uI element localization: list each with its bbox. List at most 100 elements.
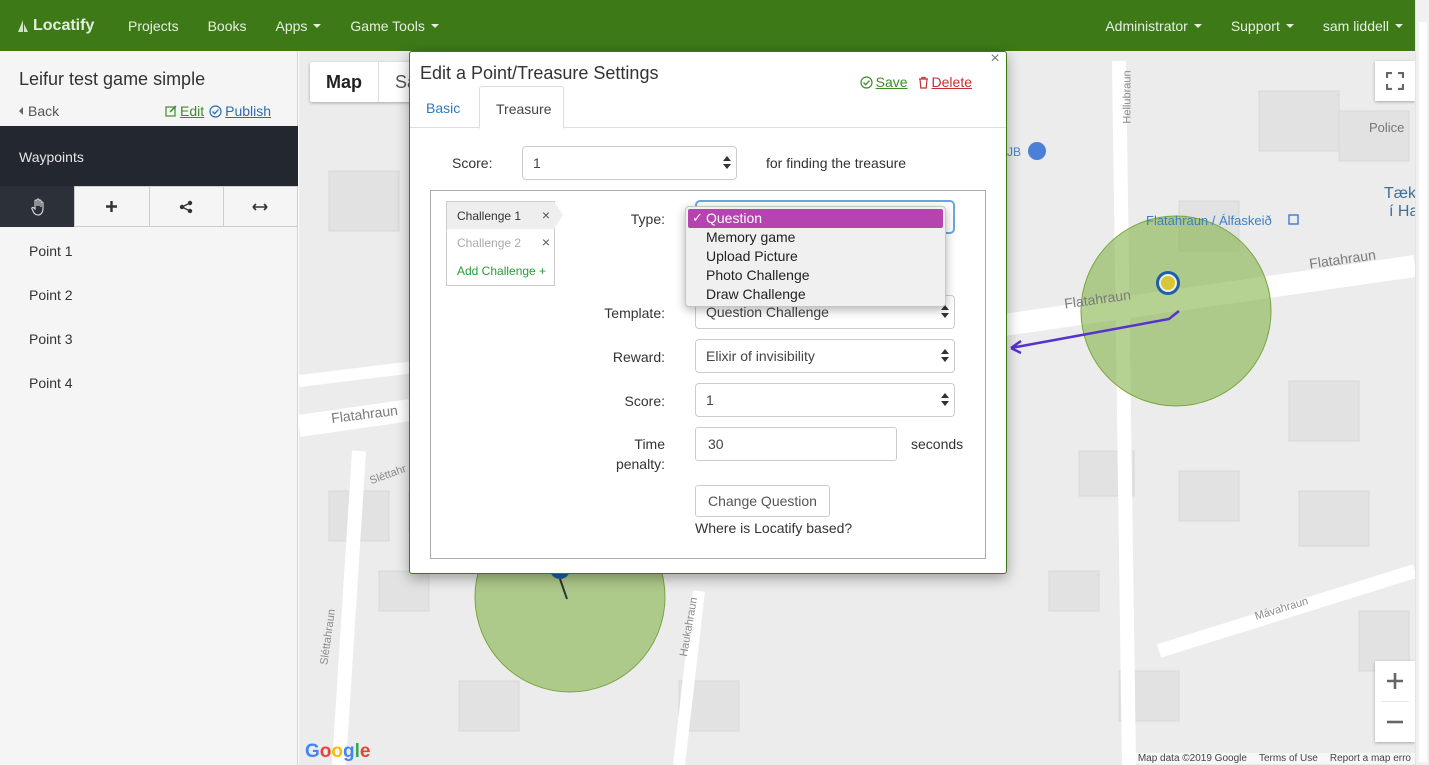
remove-challenge-icon[interactable]: × bbox=[542, 207, 550, 223]
add-challenge-button[interactable]: Add Challenge + bbox=[447, 257, 554, 284]
time-penalty-input[interactable]: 30 bbox=[695, 427, 897, 461]
challenge-label: Challenge 2 bbox=[457, 236, 522, 250]
type-option-label: Memory game bbox=[706, 229, 796, 245]
remove-challenge-icon[interactable]: × bbox=[542, 234, 550, 250]
check-circle-icon bbox=[209, 104, 222, 118]
caret-down-icon bbox=[1285, 23, 1294, 28]
caret-down-icon bbox=[1395, 23, 1403, 28]
time-penalty-value: 30 bbox=[708, 436, 724, 452]
type-label: Type: bbox=[630, 211, 665, 227]
waypoints-header: Waypoints bbox=[0, 126, 298, 186]
edit-publish-links: Edit Publish bbox=[165, 103, 271, 119]
nav-books-label: Books bbox=[207, 17, 247, 34]
checkmark-icon: ✓ bbox=[692, 210, 703, 225]
plus-icon bbox=[1387, 673, 1403, 689]
fullscreen-button[interactable] bbox=[1375, 61, 1415, 101]
type-option-label: Upload Picture bbox=[706, 248, 798, 264]
nav-projects[interactable]: Projects bbox=[128, 18, 179, 34]
plus-icon bbox=[106, 201, 118, 212]
share-icon bbox=[179, 200, 193, 213]
scrollbar-thumb[interactable] bbox=[1419, 22, 1427, 762]
back-link[interactable]: Back bbox=[19, 103, 59, 119]
challenge-tab-2[interactable]: Challenge 2 × bbox=[447, 229, 554, 256]
type-dropdown: ✓ Question Memory game Upload Picture Pho… bbox=[685, 206, 946, 307]
nav-books[interactable]: Books bbox=[208, 18, 247, 34]
locatify-logo-icon bbox=[18, 19, 28, 32]
list-item[interactable]: Point 2 bbox=[0, 271, 298, 315]
select-arrows-icon bbox=[723, 156, 731, 170]
edit-point-modal: × Edit a Point/Treasure Settings Save De… bbox=[409, 50, 1007, 574]
question-text: Where is Locatify based? bbox=[695, 520, 853, 536]
nav-support[interactable]: Support bbox=[1231, 18, 1294, 34]
nav-administrator-label: Administrator bbox=[1105, 17, 1188, 34]
reward-value: Elixir of invisibility bbox=[706, 348, 815, 364]
map-button[interactable]: Map bbox=[310, 62, 378, 102]
type-option-label: Photo Challenge bbox=[706, 267, 810, 283]
select-arrows-icon bbox=[941, 393, 949, 407]
connect-button[interactable] bbox=[148, 186, 223, 227]
edit-link[interactable]: Edit bbox=[180, 103, 204, 119]
modal-tabs: Basic Treasure bbox=[410, 86, 1006, 129]
poi-label: Tæk bbox=[1384, 185, 1415, 202]
zoom-in-button[interactable] bbox=[1375, 661, 1415, 701]
nav-user[interactable]: sam liddell bbox=[1323, 18, 1403, 34]
challenge-score-select[interactable]: 1 bbox=[695, 383, 955, 417]
tab-basic[interactable]: Basic bbox=[410, 86, 476, 128]
waypoints-title: Waypoints bbox=[19, 149, 84, 165]
tab-treasure[interactable]: Treasure bbox=[479, 86, 564, 129]
publish-link[interactable]: Publish bbox=[225, 103, 271, 119]
hand-icon bbox=[30, 197, 44, 216]
challenge-label: Challenge 1 bbox=[457, 209, 522, 223]
score-select[interactable]: 1 bbox=[522, 146, 737, 180]
terms-link[interactable]: Terms of Use bbox=[1259, 753, 1318, 764]
change-question-button[interactable]: Change Question bbox=[695, 485, 830, 517]
reward-select[interactable]: Elixir of invisibility bbox=[695, 339, 955, 373]
type-option[interactable]: ✓ Question bbox=[688, 209, 943, 228]
hand-tool-button[interactable] bbox=[0, 186, 75, 227]
minus-icon bbox=[1387, 720, 1403, 724]
nav-administrator[interactable]: Administrator bbox=[1105, 17, 1202, 34]
seconds-label: seconds bbox=[911, 436, 964, 452]
fullscreen-icon bbox=[1386, 72, 1404, 90]
list-item[interactable]: Point 1 bbox=[0, 227, 298, 271]
nav-game-tools[interactable]: Game Tools bbox=[350, 18, 439, 34]
nav-projects-label: Projects bbox=[128, 17, 179, 34]
nav-right: Administrator Support sam liddell bbox=[1076, 0, 1403, 51]
score-value: 1 bbox=[533, 155, 541, 171]
zoom-out-button[interactable] bbox=[1375, 702, 1415, 742]
nav-user-label: sam liddell bbox=[1322, 17, 1389, 34]
challenge-tab-1[interactable]: Challenge 1 × bbox=[447, 202, 563, 229]
zoom-control bbox=[1375, 661, 1415, 742]
type-option[interactable]: Upload Picture bbox=[686, 247, 945, 266]
type-option[interactable]: Draw Challenge bbox=[686, 285, 945, 304]
poi-label: Police bbox=[1369, 120, 1405, 135]
template-label: Template: bbox=[604, 305, 665, 321]
score-label: Score: bbox=[452, 155, 493, 171]
map-footer: Map data ©2019 Google Terms of Use Repor… bbox=[1133, 753, 1415, 764]
page-scrollbar[interactable] bbox=[1415, 0, 1429, 765]
points-list: Point 1 Point 2 Point 3 Point 4 bbox=[0, 227, 298, 403]
brand-name: Locatify bbox=[33, 16, 95, 34]
time-penalty-label: Time bbox=[634, 436, 665, 452]
nav-apps-label: Apps bbox=[275, 17, 308, 34]
report-link[interactable]: Report a map erro bbox=[1330, 753, 1411, 764]
type-option[interactable]: Memory game bbox=[686, 228, 945, 247]
waypoint-toolbar bbox=[0, 186, 298, 227]
type-option[interactable]: Photo Challenge bbox=[686, 266, 945, 285]
list-item[interactable]: Point 4 bbox=[0, 359, 298, 403]
poi-label: í Ha bbox=[1389, 203, 1415, 220]
add-point-button[interactable] bbox=[74, 186, 149, 227]
nav-support-label: Support bbox=[1230, 17, 1280, 34]
type-option-label: Question bbox=[706, 210, 763, 226]
edit-icon bbox=[165, 105, 177, 117]
list-item[interactable]: Point 3 bbox=[0, 315, 298, 359]
nav-apps[interactable]: Apps bbox=[276, 18, 322, 34]
score-suffix: for finding the treasure bbox=[766, 155, 907, 171]
brand-logo[interactable]: Locatify bbox=[16, 17, 128, 35]
resize-button[interactable] bbox=[222, 186, 298, 227]
arrows-horizontal-icon bbox=[252, 202, 268, 211]
google-logo: Google bbox=[305, 741, 371, 762]
challenge-score-label: Score: bbox=[624, 393, 665, 409]
poi-label: JB bbox=[1007, 145, 1022, 159]
close-icon[interactable]: × bbox=[988, 50, 1002, 67]
